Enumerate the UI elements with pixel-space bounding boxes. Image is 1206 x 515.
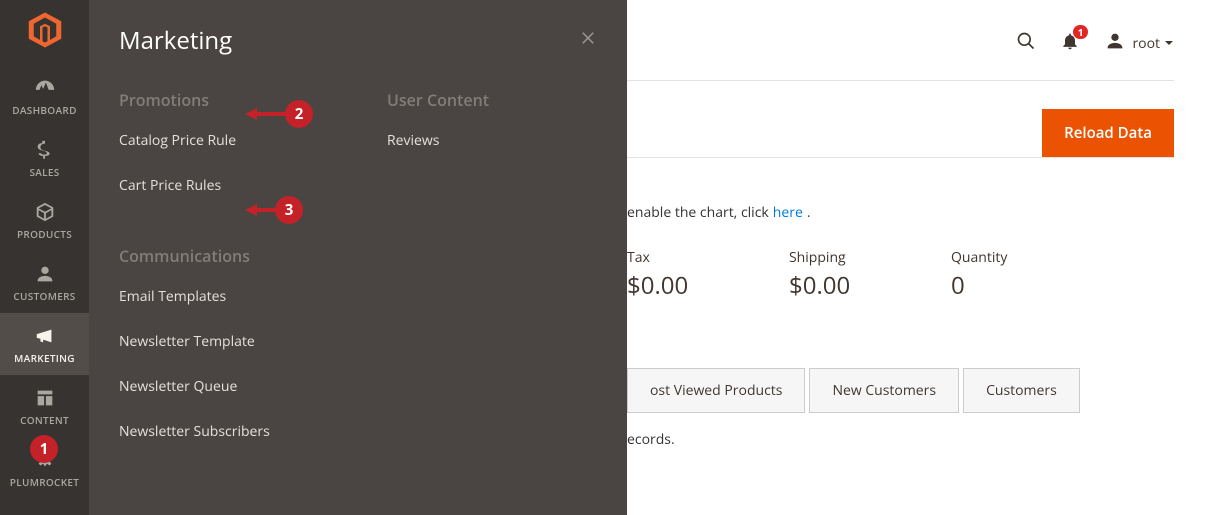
notification-badge: 1: [1073, 25, 1089, 39]
sidebar-item-label: DASHBOARD: [12, 103, 76, 117]
marketing-submenu: Marketing Promotions Catalog Price Rule …: [89, 0, 627, 515]
sidebar-item-label: PRODUCTS: [17, 227, 72, 241]
submenu-link-catalog-price-rule[interactable]: Catalog Price Rule: [119, 131, 357, 150]
annotation-bubble-2: 2: [245, 100, 313, 128]
stat-value: 0: [951, 269, 1113, 302]
sidebar-item-products[interactable]: PRODUCTS: [0, 189, 89, 251]
sidebar-item-label: MARKETING: [14, 351, 75, 365]
cube-icon: [33, 201, 57, 223]
stat-label: Shipping: [789, 248, 951, 267]
chart-enable-prefix: enable the chart, click: [627, 203, 769, 222]
records-message: ecords.: [627, 430, 675, 449]
dollar-icon: [33, 139, 57, 161]
tab-most-viewed-products[interactable]: ost Viewed Products: [627, 368, 805, 413]
sidebar-item-label: CONTENT: [20, 413, 69, 427]
megaphone-icon: [33, 325, 57, 347]
arrow-left-icon: [245, 106, 287, 122]
divider: [627, 157, 1174, 158]
chart-enable-link[interactable]: here: [773, 203, 803, 222]
sidebar-item-label: PLUMROCKET: [10, 475, 79, 489]
stat-shipping: Shipping $0.00: [789, 248, 951, 302]
stat-tax: Tax $0.00: [627, 248, 789, 302]
submenu-link-cart-price-rules[interactable]: Cart Price Rules: [119, 176, 357, 195]
annotation-number: 2: [285, 100, 313, 128]
reload-data-button[interactable]: Reload Data: [1042, 109, 1174, 157]
stat-quantity: Quantity 0: [951, 248, 1113, 302]
submenu-group-communications: Communications: [119, 245, 357, 267]
stat-label: Tax: [627, 248, 789, 267]
divider: [627, 80, 1174, 81]
chevron-down-icon: [1164, 34, 1174, 53]
magento-logo-icon[interactable]: [25, 10, 65, 55]
annotation-bubble-3: 3: [245, 196, 303, 224]
notifications-icon[interactable]: 1: [1060, 31, 1080, 56]
tab-customers[interactable]: Customers: [963, 368, 1080, 413]
submenu-group-promotions: Promotions: [119, 89, 357, 111]
submenu-link-newsletter-template[interactable]: Newsletter Template: [119, 332, 357, 351]
close-icon[interactable]: [579, 29, 597, 52]
sidebar-item-dashboard[interactable]: DASHBOARD: [0, 65, 89, 127]
submenu-title: Marketing: [119, 24, 232, 57]
dashboard-tabs: ost Viewed Products New Customers Custom…: [627, 368, 1084, 413]
arrow-left-icon: [245, 202, 277, 218]
chart-enable-message: enable the chart, click here .: [627, 203, 811, 222]
search-icon[interactable]: [1016, 31, 1036, 56]
tab-new-customers[interactable]: New Customers: [809, 368, 959, 413]
annotation-number: 1: [30, 435, 58, 463]
sidebar-item-content[interactable]: CONTENT: [0, 375, 89, 437]
stat-value: $0.00: [789, 269, 951, 302]
annotation-number: 3: [275, 196, 303, 224]
sidebar-item-label: CUSTOMERS: [13, 289, 75, 303]
sidebar-item-marketing[interactable]: MARKETING: [0, 313, 89, 375]
submenu-link-newsletter-subscribers[interactable]: Newsletter Subscribers: [119, 422, 357, 441]
chart-enable-suffix: .: [807, 203, 811, 222]
dashboard-stats: Tax $0.00 Shipping $0.00 Quantity 0: [627, 248, 1113, 302]
sidebar-item-sales[interactable]: SALES: [0, 127, 89, 189]
sidebar-item-label: SALES: [29, 165, 59, 179]
username: root: [1132, 34, 1160, 53]
layout-icon: [33, 387, 57, 409]
header-actions: 1 root: [1016, 30, 1174, 57]
user-menu[interactable]: root: [1104, 30, 1174, 57]
annotation-bubble-1: 1: [30, 435, 58, 463]
gauge-icon: [33, 77, 57, 99]
avatar-icon: [1104, 30, 1132, 57]
stat-value: $0.00: [627, 269, 789, 302]
submenu-link-email-templates[interactable]: Email Templates: [119, 287, 357, 306]
sidebar-item-customers[interactable]: CUSTOMERS: [0, 251, 89, 313]
person-icon: [33, 263, 57, 285]
submenu-group-user-content: User Content: [387, 89, 625, 111]
stat-label: Quantity: [951, 248, 1113, 267]
submenu-link-reviews[interactable]: Reviews: [387, 131, 625, 150]
submenu-link-newsletter-queue[interactable]: Newsletter Queue: [119, 377, 357, 396]
